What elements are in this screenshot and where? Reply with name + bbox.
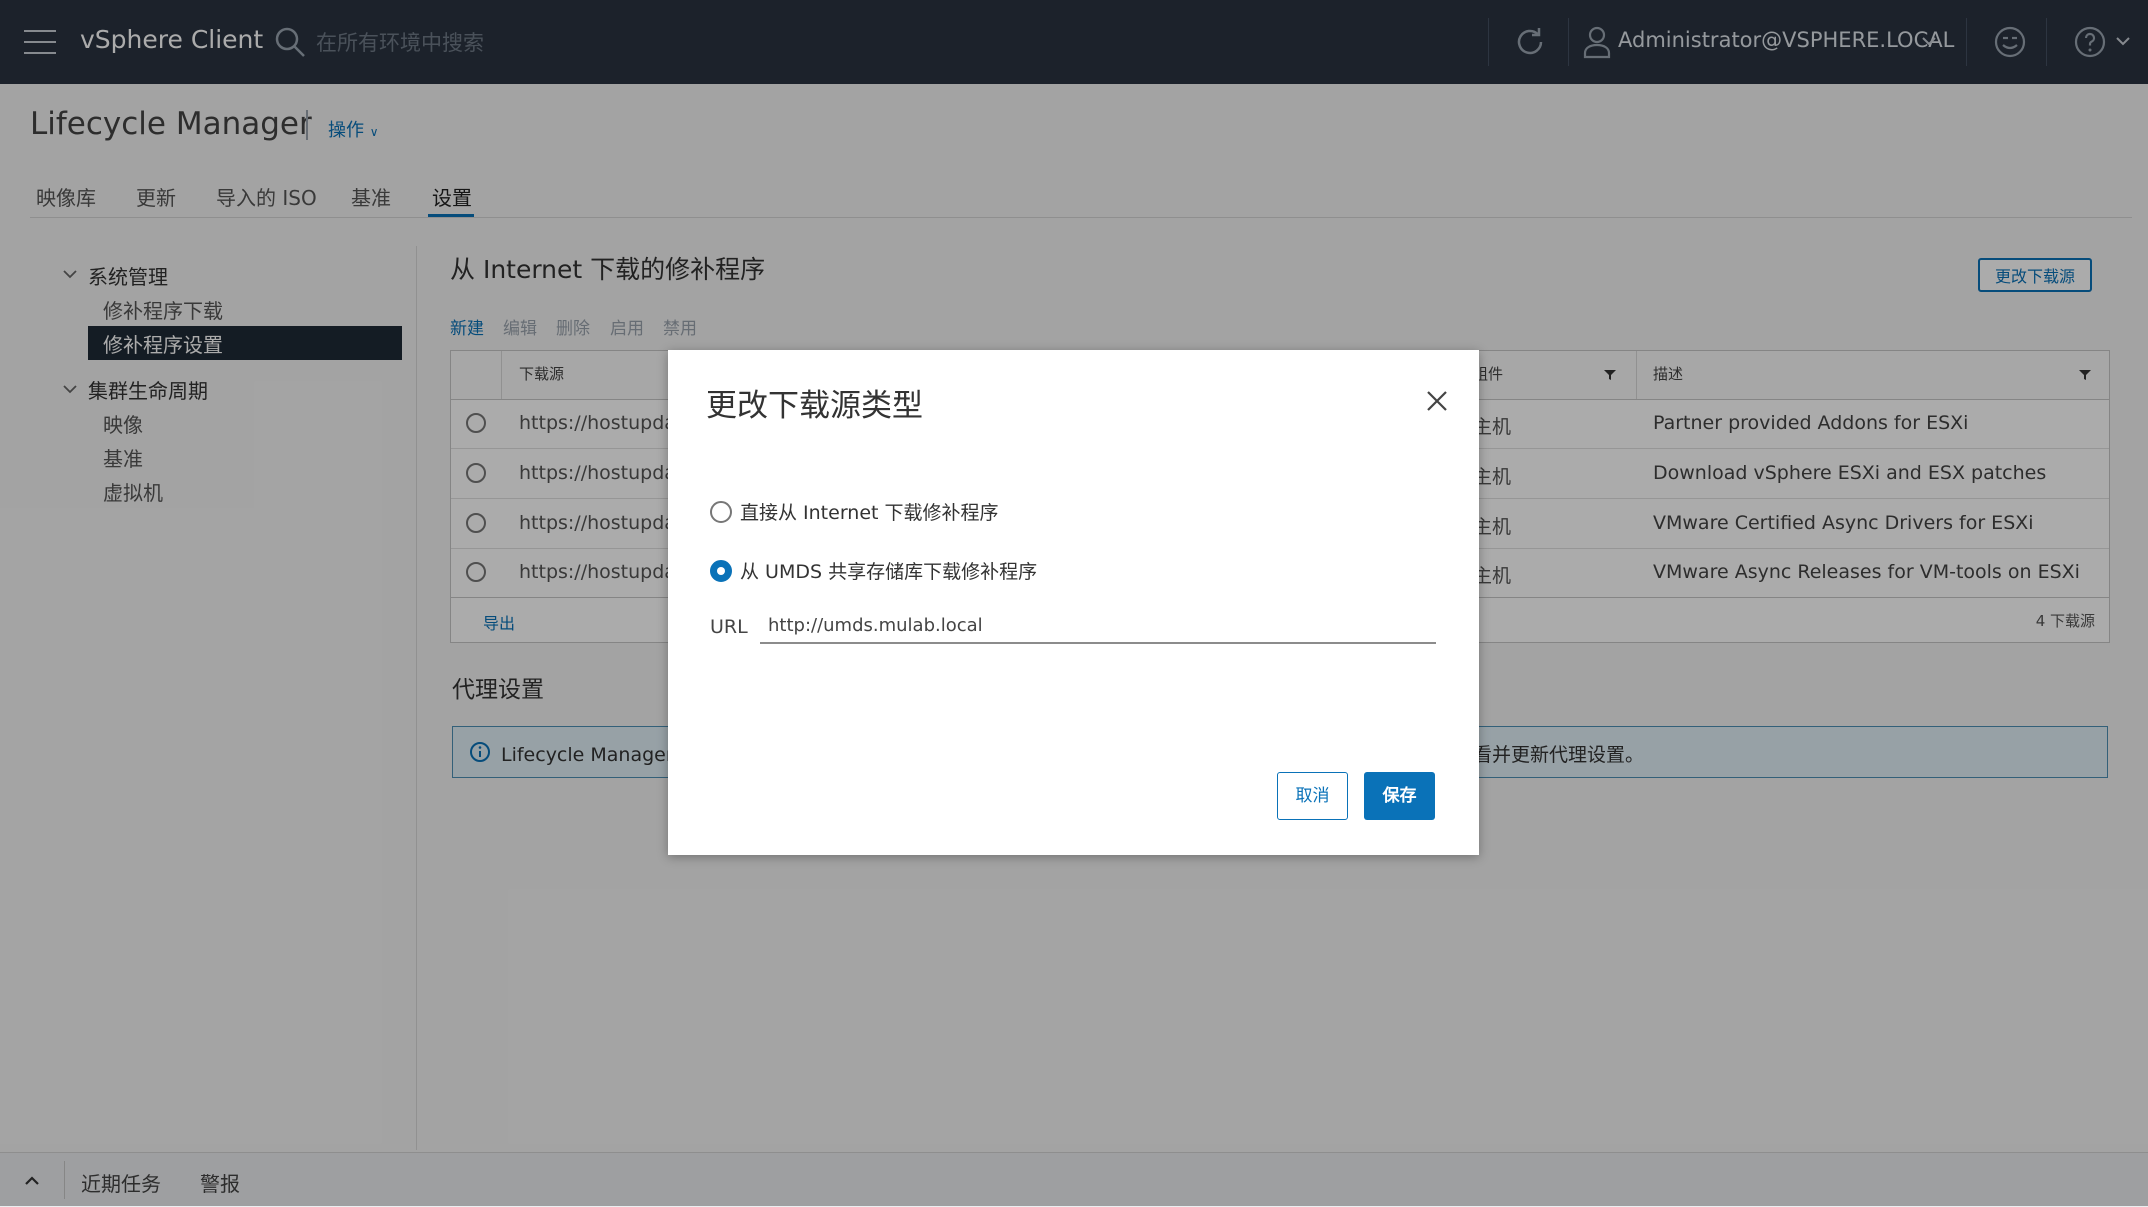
- url-field-label: URL: [710, 616, 748, 638]
- internet-source-radio[interactable]: [710, 501, 732, 523]
- cancel-button[interactable]: 取消: [1277, 772, 1348, 820]
- url-field[interactable]: [760, 608, 1436, 644]
- umds-source-label[interactable]: 从 UMDS 共享存储库下载修补程序: [740, 557, 1037, 584]
- internet-source-label[interactable]: 直接从 Internet 下载修补程序: [740, 498, 999, 525]
- umds-source-radio[interactable]: [710, 560, 732, 582]
- dialog-title: 更改下载源类型: [706, 388, 923, 424]
- change-download-source-dialog: 更改下载源类型 直接从 Internet 下载修补程序 从 UMDS 共享存储库…: [668, 350, 1479, 855]
- save-button[interactable]: 保存: [1364, 772, 1435, 820]
- close-icon[interactable]: [1424, 388, 1450, 414]
